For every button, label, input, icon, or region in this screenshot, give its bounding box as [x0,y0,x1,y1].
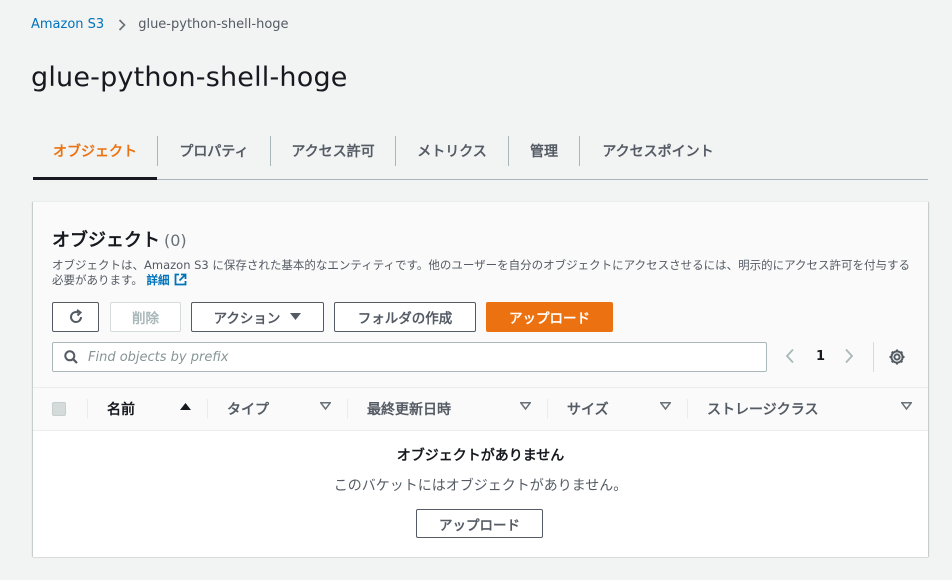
caret-down-icon [290,313,302,321]
actions-dropdown[interactable]: アクション [191,302,324,332]
tab-permissions[interactable]: アクセス許可 [271,122,395,179]
column-label: 最終更新日時 [367,402,451,418]
page-title: glue-python-shell-hoge [31,62,348,93]
tab-properties[interactable]: プロパティ [158,122,270,179]
breadcrumb: Amazon S3 glue-python-shell-hoge [31,17,289,32]
current-page-number[interactable]: 1 [816,349,825,364]
chevron-left-icon[interactable] [785,348,795,364]
tab-bar: オブジェクト プロパティ アクセス許可 メトリクス 管理 アクセスポイント [33,122,928,180]
search-box [52,342,767,372]
column-label: ストレージクラス [707,402,819,418]
breadcrumb-link-amazon-s3[interactable]: Amazon S3 [31,17,104,32]
column-header-size[interactable]: サイズ [547,388,687,430]
tab-access-points[interactable]: アクセスポイント [580,122,736,179]
panel-title-text: オブジェクト [52,230,160,251]
delete-button[interactable]: 削除 [110,302,181,332]
column-header-storage-class[interactable]: ストレージクラス [687,388,928,430]
create-folder-button[interactable]: フォルダの作成 [334,302,476,332]
sort-icon [660,402,671,410]
breadcrumb-current: glue-python-shell-hoge [138,17,289,32]
tab-objects[interactable]: オブジェクト [33,122,157,180]
sort-icon [520,402,531,410]
table-empty-state: オブジェクトがありません このバケットにはオブジェクトがありません。 アップロー… [33,431,928,557]
empty-state-upload-button[interactable]: アップロード [416,509,543,538]
tab-management[interactable]: 管理 [509,122,579,179]
refresh-icon [68,309,84,325]
table-header: 名前 タイプ 最終更新日時 サイズ ストレージクラス [33,387,928,431]
sort-ascending-icon [180,402,191,410]
panel-title: オブジェクト (0) [52,226,187,252]
divider [873,342,874,372]
sort-icon [901,402,912,410]
sort-icon [320,402,331,410]
chevron-right-icon[interactable] [844,348,854,364]
column-header-name[interactable]: 名前 [87,388,207,430]
objects-panel: オブジェクト (0) オブジェクトは、Amazon S3 に保存された基本的なエン… [33,201,928,557]
column-label: タイプ [227,402,269,418]
column-label: 名前 [107,402,135,418]
select-all-checkbox[interactable] [52,402,66,416]
upload-button[interactable]: アップロード [486,302,613,332]
chevron-right-icon [118,18,126,31]
refresh-button[interactable] [52,302,99,332]
object-count: (0) [164,231,187,250]
actions-label: アクション [213,311,281,327]
tab-metrics[interactable]: メトリクス [396,122,508,179]
search-icon [64,350,78,364]
empty-state-description: このバケットにはオブジェクトがありません。 [333,478,628,494]
more-info-link[interactable]: 詳細 [147,273,170,287]
column-label: サイズ [567,402,609,418]
panel-description: オブジェクトは、Amazon S3 に保存された基本的なエンティティです。他のユ… [52,258,912,290]
empty-state-title: オブジェクトがありません [396,448,565,464]
column-header-type[interactable]: タイプ [207,388,347,430]
gear-icon[interactable] [888,348,906,366]
column-header-last-modified[interactable]: 最終更新日時 [347,388,547,430]
external-link-icon[interactable] [174,273,187,290]
search-input[interactable] [86,348,726,366]
